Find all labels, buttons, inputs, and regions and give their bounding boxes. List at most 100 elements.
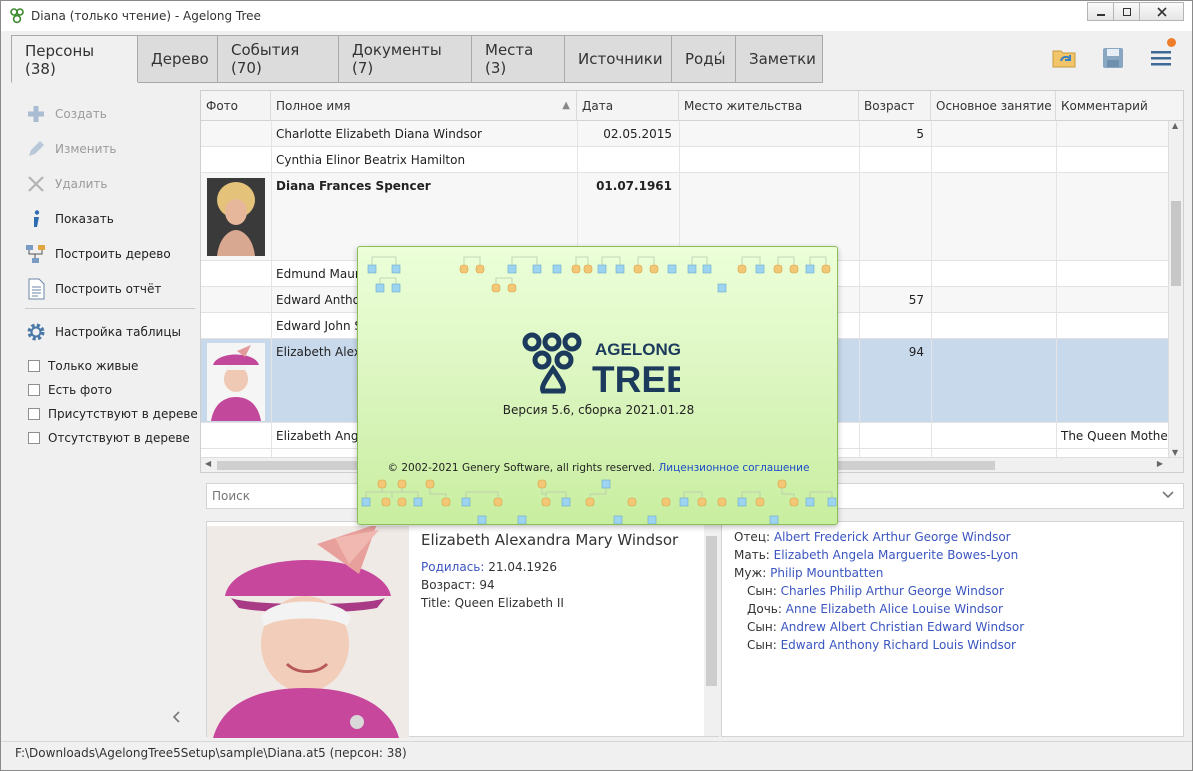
window-title: Diana (только чтение) - Agelong Tree [31,9,261,23]
cell-name: Diana Frances Spencer [276,179,431,193]
relation-link[interactable]: Elizabeth Angela Marguerite Bowes-Lyon [774,548,1019,562]
show-button[interactable]: Показать [25,201,171,236]
license-agreement-link[interactable]: Лицензионное соглашение [658,462,809,474]
col-birth-date[interactable]: Дата рождения [577,91,679,143]
cell-age: 94 [908,345,924,359]
relation-daughter: Дочь: Anne Elizabeth Alice Louise Windso… [747,600,1003,618]
relation-son: Сын: Charles Philip Arthur George Windso… [747,582,1004,600]
checkbox[interactable] [28,408,40,420]
scroll-up-icon[interactable]: ▲ [1172,121,1178,130]
tab-sources[interactable]: Источники [565,35,672,83]
table-settings-button[interactable]: Настройка таблицы [25,317,181,347]
chevron-down-icon[interactable] [1161,488,1175,502]
open-file-button[interactable] [1052,45,1078,71]
scroll-thumb[interactable] [1171,201,1181,286]
relation-link[interactable]: Charles Philip Arthur George Windsor [781,584,1004,598]
scroll-right-icon[interactable]: ▶ [1157,459,1163,468]
checkbox[interactable] [28,432,40,444]
cell-age: 57 [908,293,924,307]
chevron-left-icon [172,711,180,723]
cell-name: Cynthia Elinor Beatrix Hamilton [276,153,466,167]
collapse-panel-button[interactable] [171,709,181,728]
app-window: Diana (только чтение) - Agelong Tree Пер… [0,0,1193,771]
delete-button[interactable]: Удалить [25,166,171,201]
filter-not-in-tree[interactable]: Отсутствуют в дереве [28,426,198,450]
pencil-icon [29,140,44,156]
minimize-icon [1096,13,1105,16]
scroll-down-icon[interactable]: ▼ [1172,448,1178,457]
save-icon [1103,48,1123,68]
tab-documents[interactable]: Документы (7) [339,35,472,83]
col-full-name[interactable]: Полное имя ▲ [271,91,577,121]
menu-button[interactable] [1148,38,1176,71]
filter-alive-only[interactable]: Только живые [28,354,198,378]
edit-label: Изменить [55,141,117,156]
save-button[interactable] [1100,45,1126,71]
build-tree-button[interactable]: Построить дерево [25,236,171,271]
info-icon [34,209,40,227]
create-button[interactable]: Создать [25,96,171,131]
plus-icon [28,105,44,122]
table-row[interactable]: Charlotte Elizabeth Diana Windsor 02.05.… [201,121,1169,147]
table-row[interactable]: Cynthia Elinor Beatrix Hamilton [201,147,1169,173]
relation-link[interactable]: Philip Mountbatten [770,566,883,580]
hamburger-menu-icon [1151,51,1171,66]
filter-has-photo[interactable]: Есть фото [28,378,198,402]
version-text: Версия 5.6, сборка 2021.01.28 [502,403,695,417]
photo-thumbnail [207,343,265,421]
col-residence[interactable]: Место жительства [679,91,859,121]
relation-label: Сын: [747,584,777,598]
tab-tree[interactable]: Дерево [138,35,218,83]
born-link[interactable]: Родилась: [421,560,484,574]
relation-label: Сын: [747,620,777,634]
show-label: Показать [55,211,114,226]
table-vertical-scrollbar[interactable]: ▲ ▼ [1168,121,1183,457]
col-age[interactable]: Возраст [859,91,931,121]
maximize-button[interactable] [1113,2,1140,21]
document-icon [28,278,45,299]
minimize-button[interactable] [1087,2,1114,21]
relation-link[interactable]: Andrew Albert Christian Edward Windsor [781,620,1025,634]
tab-events[interactable]: События (70) [218,35,339,83]
relation-husband: Муж: Philip Mountbatten [734,564,883,582]
edit-button[interactable]: Изменить [25,131,171,166]
scroll-thumb[interactable] [706,536,717,686]
age-value: Возраст: 94 [421,578,495,592]
agelong-tree-logo: AGELONG TREE [522,332,680,397]
tab-clans[interactable]: Роды́ [672,35,736,83]
copyright-label: © 2002-2021 Genery Software, all rights … [387,462,656,474]
sort-ascending-icon: ▲ [562,100,570,111]
cell-birth: 02.05.2015 [603,127,672,141]
tab-places[interactable]: Места (3) [472,35,565,83]
gear-icon [27,323,45,341]
app-logo-icon [10,8,24,24]
build-report-button[interactable]: Построить отчёт [25,271,171,306]
checkbox[interactable] [28,360,40,372]
relation-label: Сын: [747,638,777,652]
relation-link[interactable]: Edward Anthony Richard Louis Windsor [781,638,1016,652]
divider [25,308,195,309]
relation-link[interactable]: Albert Frederick Arthur George Windsor [774,530,1011,544]
detail-scrollbar[interactable] [704,522,719,736]
col-occupation[interactable]: Основное занятие [931,91,1056,121]
x-icon [28,175,44,192]
relation-link[interactable]: Anne Elizabeth Alice Louise Windsor [786,602,1003,616]
tab-persons[interactable]: Персоны (38) [11,35,138,83]
person-photo [207,526,409,738]
table-settings-label: Настройка таблицы [55,325,181,339]
relation-label: Дочь: [747,602,782,616]
relation-mother: Мать: Elizabeth Angela Marguerite Bowes-… [734,546,1018,564]
close-icon [1156,6,1167,17]
splash-screen[interactable]: AGELONG TREE Версия 5.6, сборка 2021.01.… [357,246,838,525]
photo-thumbnail [207,178,265,256]
tab-notes[interactable]: Заметки [736,35,823,83]
filter-in-tree[interactable]: Присутствуют в дереве [28,402,198,426]
table-header: Фото Полное имя ▲ Дата рождения Место жит… [201,91,1183,143]
col-comment[interactable]: Комментарий [1056,91,1183,121]
close-button[interactable] [1139,2,1184,21]
checkbox[interactable] [28,384,40,396]
col-photo[interactable]: Фото [201,91,271,121]
filter-label: Есть фото [48,383,112,397]
relation-son: Сын: Edward Anthony Richard Louis Windso… [747,636,1016,654]
scroll-left-icon[interactable]: ◀ [205,459,211,468]
